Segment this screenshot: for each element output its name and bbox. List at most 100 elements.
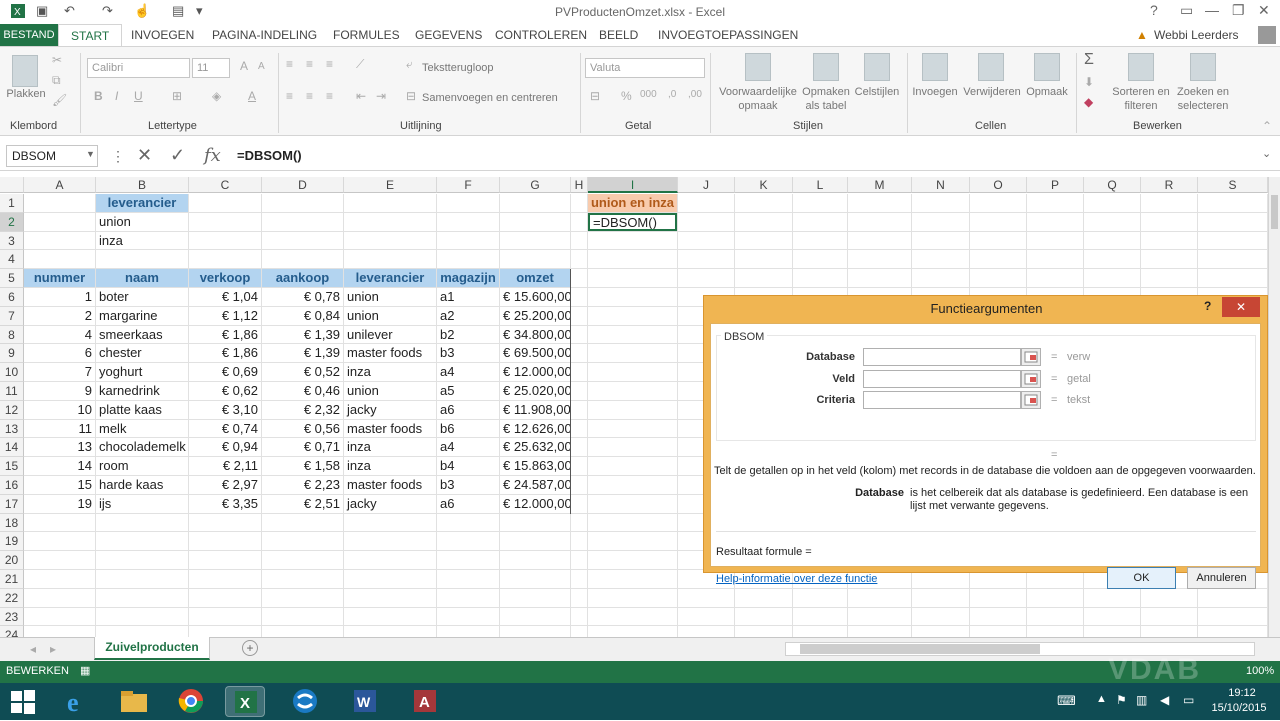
table-cell[interactable]: 15 bbox=[24, 476, 95, 494]
font-size-select[interactable]: 11 bbox=[192, 58, 230, 78]
row-header[interactable]: 13 bbox=[0, 419, 24, 439]
column-header[interactable]: N bbox=[912, 177, 970, 193]
column-header[interactable]: P bbox=[1027, 177, 1084, 193]
format-cells-button[interactable]: Opmaak bbox=[1024, 85, 1070, 99]
table-header[interactable]: nummer bbox=[24, 269, 95, 287]
range-select-icon[interactable] bbox=[1021, 369, 1041, 388]
row-header[interactable]: 6 bbox=[0, 288, 24, 307]
row-header[interactable]: 2 bbox=[0, 212, 24, 232]
table-cell[interactable]: boter bbox=[96, 288, 188, 306]
table-cell[interactable]: € 15.863,00 bbox=[500, 457, 570, 475]
new-sheet-icon[interactable]: + bbox=[242, 640, 258, 656]
table-cell[interactable]: € 1,04 bbox=[189, 288, 261, 306]
table-cell[interactable]: € 12.000,00 bbox=[500, 495, 570, 513]
format-painter-icon[interactable]: 🖌 bbox=[52, 93, 67, 107]
table-cell[interactable]: a6 bbox=[437, 401, 499, 419]
decrease-decimal-icon[interactable]: ,00 bbox=[688, 89, 702, 100]
table-header[interactable]: magazijn bbox=[437, 269, 499, 287]
table-cell[interactable]: € 3,35 bbox=[189, 495, 261, 513]
table-cell[interactable]: 1 bbox=[24, 288, 95, 306]
range-select-icon[interactable] bbox=[1021, 391, 1041, 409]
table-cell[interactable]: 11 bbox=[24, 420, 95, 438]
sort-filter-button[interactable]: Sorteren en filteren bbox=[1110, 85, 1172, 113]
excel-taskbar-icon[interactable]: X bbox=[225, 686, 265, 717]
argument-input[interactable] bbox=[863, 369, 1021, 388]
row-header[interactable]: 12 bbox=[0, 400, 24, 420]
row-header[interactable]: 16 bbox=[0, 476, 24, 495]
increase-indent-icon[interactable]: ⇥ bbox=[376, 89, 386, 103]
confirm-entry-icon[interactable]: ✓ bbox=[170, 145, 185, 166]
dialog-close-icon[interactable]: ✕ bbox=[1222, 297, 1260, 317]
align-right-icon[interactable]: ≡ bbox=[326, 89, 333, 103]
ok-button[interactable]: OK bbox=[1107, 567, 1176, 589]
font-name-select[interactable]: Calibri bbox=[87, 58, 190, 78]
find-select-icon[interactable] bbox=[1190, 53, 1216, 81]
table-cell[interactable]: 9 bbox=[24, 382, 95, 400]
file-explorer-icon[interactable] bbox=[113, 686, 153, 717]
column-header[interactable]: H bbox=[571, 177, 588, 193]
table-header[interactable]: verkoop bbox=[189, 269, 261, 287]
table-cell[interactable]: € 2,23 bbox=[262, 476, 343, 494]
number-format-select[interactable]: Valuta bbox=[585, 58, 705, 78]
vertical-scrollbar[interactable] bbox=[1268, 177, 1280, 637]
table-cell[interactable]: chocolademelk bbox=[96, 438, 188, 456]
table-cell[interactable]: room bbox=[96, 457, 188, 475]
table-cell[interactable]: € 0,71 bbox=[262, 438, 343, 456]
conditional-format-button[interactable]: Voorwaardelijke opmaak bbox=[713, 85, 803, 113]
row-header[interactable]: 21 bbox=[0, 570, 24, 589]
table-cell[interactable]: 13 bbox=[24, 438, 95, 456]
flag-icon[interactable]: ⚑ bbox=[1116, 693, 1127, 707]
row-header[interactable]: 22 bbox=[0, 588, 24, 608]
windows-start-icon[interactable] bbox=[10, 689, 36, 715]
table-cell[interactable]: harde kaas bbox=[96, 476, 188, 494]
table-cell[interactable]: a6 bbox=[437, 495, 499, 513]
wrap-text-icon[interactable]: ⤶ bbox=[406, 57, 413, 72]
row-header[interactable]: 24 bbox=[0, 626, 24, 637]
help-icon[interactable]: ? bbox=[1150, 2, 1158, 18]
form-icon[interactable]: ▤ bbox=[172, 3, 184, 19]
format-as-table-icon[interactable] bbox=[813, 53, 839, 81]
output-header[interactable]: union en inza bbox=[588, 194, 677, 212]
table-cell[interactable]: 4 bbox=[24, 326, 95, 344]
borders-icon[interactable]: ⊞ bbox=[172, 89, 182, 103]
dialog-help-icon[interactable]: ? bbox=[1204, 299, 1211, 313]
touch-mode-icon[interactable]: ☝ bbox=[134, 3, 150, 19]
table-cell[interactable]: ijs bbox=[96, 495, 188, 513]
table-cell[interactable]: chester bbox=[96, 344, 188, 362]
table-header[interactable]: leverancier bbox=[344, 269, 436, 287]
sheet-tab-zuivelproducten[interactable]: Zuivelproducten bbox=[94, 637, 210, 660]
restore-icon[interactable]: ❐ bbox=[1232, 2, 1245, 19]
tab-invoegtoepassingen[interactable]: INVOEGTOEPASSINGEN bbox=[658, 28, 798, 42]
orientation-icon[interactable]: ⟋ bbox=[356, 57, 364, 72]
table-cell[interactable]: € 1,39 bbox=[262, 326, 343, 344]
table-cell[interactable]: € 0,69 bbox=[189, 363, 261, 381]
table-cell[interactable]: inza bbox=[344, 363, 436, 381]
argument-input[interactable] bbox=[863, 391, 1021, 409]
table-cell[interactable]: melk bbox=[96, 420, 188, 438]
comma-style-icon[interactable]: 000 bbox=[640, 89, 657, 100]
column-header[interactable]: O bbox=[970, 177, 1027, 193]
clock-date[interactable]: 15/10/2015 bbox=[1204, 702, 1274, 714]
align-top-icon[interactable]: ≡ bbox=[286, 57, 293, 71]
table-cell[interactable]: € 0,84 bbox=[262, 307, 343, 325]
tab-start[interactable]: START bbox=[58, 24, 123, 47]
table-cell[interactable]: € 2,51 bbox=[262, 495, 343, 513]
table-cell[interactable]: € 1,86 bbox=[189, 344, 261, 362]
table-cell[interactable]: € 11.908,00 bbox=[500, 401, 570, 419]
table-cell[interactable]: € 1,39 bbox=[262, 344, 343, 362]
row-header[interactable]: 11 bbox=[0, 382, 24, 401]
word-icon[interactable]: W bbox=[345, 686, 385, 717]
chrome-icon[interactable] bbox=[171, 686, 211, 717]
table-cell[interactable]: € 0,74 bbox=[189, 420, 261, 438]
table-cell[interactable]: unilever bbox=[344, 326, 436, 344]
internet-explorer-icon[interactable]: e bbox=[57, 686, 97, 717]
table-cell[interactable]: € 24.587,00 bbox=[500, 476, 570, 494]
tab-beeld[interactable]: BEELD bbox=[599, 28, 638, 42]
column-header[interactable]: C bbox=[189, 177, 262, 193]
scrollbar-thumb[interactable] bbox=[1271, 195, 1278, 229]
shrink-font-icon[interactable]: A bbox=[258, 61, 265, 72]
column-header[interactable]: A bbox=[24, 177, 96, 193]
table-cell[interactable]: margarine bbox=[96, 307, 188, 325]
table-cell[interactable]: a2 bbox=[437, 307, 499, 325]
column-header[interactable]: K bbox=[735, 177, 793, 193]
